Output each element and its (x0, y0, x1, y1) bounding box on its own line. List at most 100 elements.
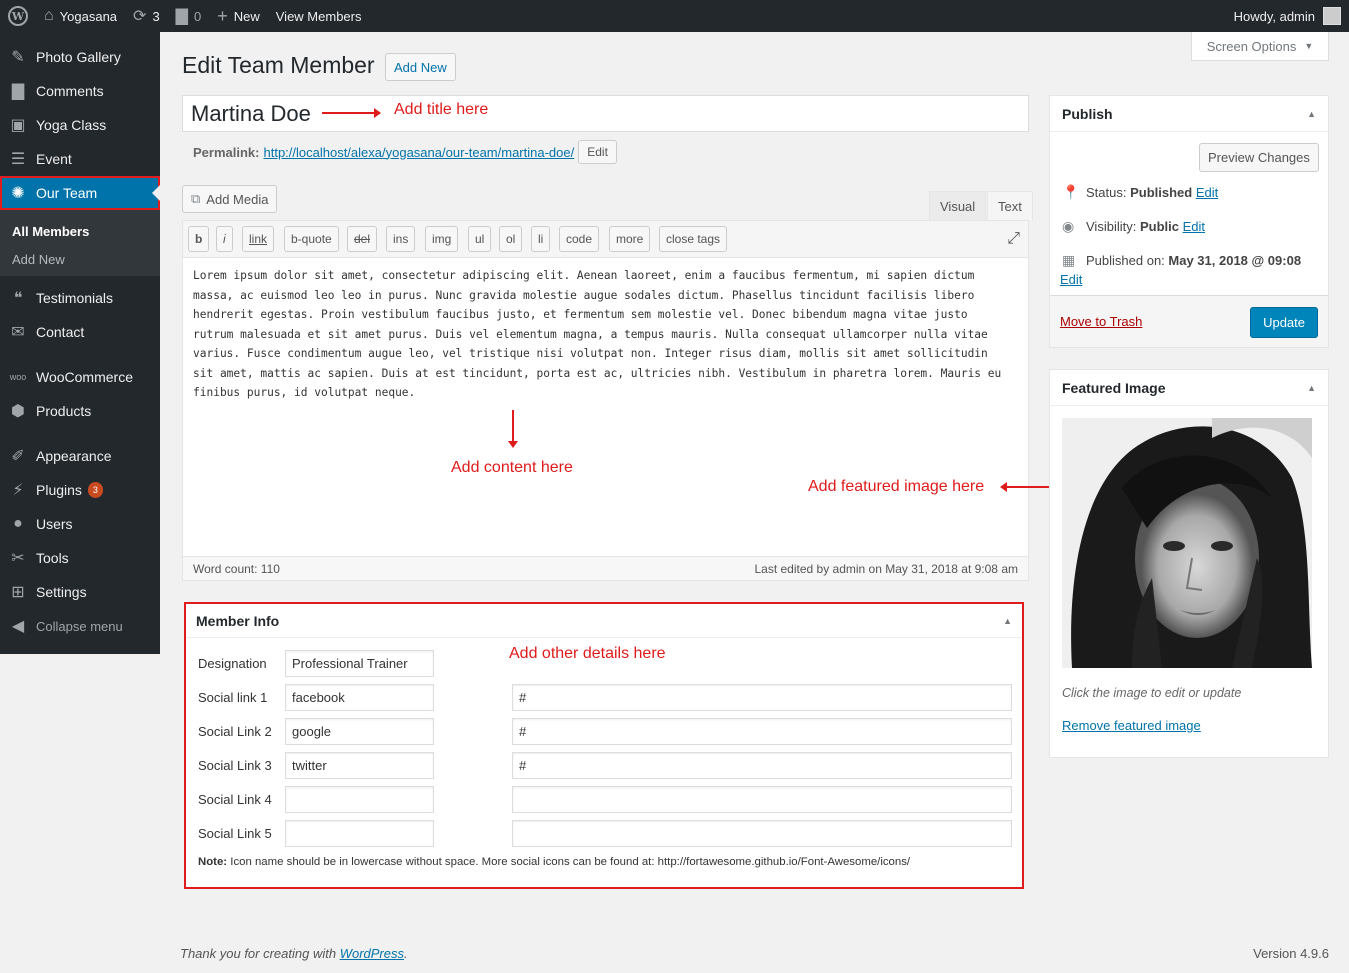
sidebar-item-contact[interactable]: ✉ Contact (0, 315, 160, 349)
permalink-link[interactable]: http://localhost/alexa/yogasana/our-team… (263, 145, 574, 160)
published-value: May 31, 2018 @ 09:08 (1168, 253, 1302, 268)
social-url-field[interactable]: # (512, 752, 1012, 779)
qt-ins-button[interactable]: ins (386, 226, 416, 252)
sidebar-item-plugins[interactable]: ⚡ Plugins 3 (0, 473, 160, 507)
social-url-field[interactable] (512, 786, 1012, 813)
editor-status-bar: Word count: 110 Last edited by admin on … (183, 556, 1028, 580)
submenu-all-members[interactable]: All Members (0, 217, 160, 245)
qt-bold-button[interactable]: b (188, 226, 210, 252)
social-url-field[interactable]: # (512, 684, 1012, 711)
member-info-note: Note: Icon name should be in lowercase w… (198, 856, 910, 868)
sidebar-item-photo-gallery[interactable]: ✎ Photo Gallery (0, 40, 160, 74)
post-title-value: Martina Doe (191, 100, 311, 126)
qt-ul-button[interactable]: ul (468, 226, 492, 252)
sidebar-item-products[interactable]: ⬢ Products (0, 394, 160, 428)
collapse-icon: ◀ (11, 618, 25, 635)
last-edited: Last edited by admin on May 31, 2018 at … (754, 561, 1018, 576)
annotation-content: Add content here (451, 459, 573, 476)
member-info-box: Member Info ▲ Add other details here Des… (184, 602, 1024, 889)
account-menu[interactable]: Howdy, admin (1234, 7, 1349, 25)
sidebar-item-appearance[interactable]: ✐ Appearance (0, 439, 160, 473)
sidebar-item-woocommerce[interactable]: woo WooCommerce (0, 360, 160, 394)
qt-more-button[interactable]: more (609, 226, 651, 252)
social-url-field[interactable] (512, 820, 1012, 847)
qt-code-button[interactable]: code (559, 226, 600, 252)
sidebar-item-comments[interactable]: ▇ Comments (0, 74, 160, 108)
add-media-button[interactable]: ⧉ Add Media (182, 185, 278, 213)
screen-options-button[interactable]: Screen Options ▼ (1191, 32, 1329, 61)
sidebar-item-testimonials[interactable]: ❝ Testimonials (0, 281, 160, 315)
featured-image-header[interactable]: Featured Image ▲ (1050, 370, 1328, 406)
toggle-arrow-icon[interactable]: ▲ (1003, 616, 1012, 626)
qt-close-tags-button[interactable]: close tags (659, 226, 728, 252)
updates-link[interactable]: ⟳ 3 (125, 0, 168, 32)
toggle-arrow-icon[interactable]: ▲ (1307, 109, 1316, 119)
qt-li-button[interactable]: li (531, 226, 551, 252)
qt-del-button[interactable]: del (347, 226, 378, 252)
brush-icon: ✐ (11, 448, 25, 465)
update-button[interactable]: Update (1250, 307, 1318, 338)
sidebar-item-users[interactable]: ● Users (0, 507, 160, 541)
designation-field[interactable]: Professional Trainer (285, 650, 434, 677)
site-name: Yogasana (59, 8, 118, 24)
plug-icon: ⚡ (12, 482, 24, 499)
designation-row: Designation Professional Trainer (198, 650, 1018, 677)
new-label: New (233, 8, 260, 24)
site-name-link[interactable]: ⌂ Yogasana (36, 0, 125, 32)
collapse-menu-button[interactable]: ◀ Collapse menu (0, 609, 160, 643)
new-content-link[interactable]: + New (209, 0, 268, 32)
wordpress-link[interactable]: WordPress (340, 946, 404, 961)
visibility-edit-link[interactable]: Edit (1183, 219, 1205, 234)
refresh-icon: ⟳ (133, 8, 147, 25)
sidebar-item-settings[interactable]: ⊞ Settings (0, 575, 160, 609)
permalink-edit-button[interactable]: Edit (578, 140, 617, 164)
tab-text[interactable]: Text (987, 191, 1033, 220)
sidebar-item-our-team[interactable]: ✺ Our Team (0, 176, 160, 210)
remove-featured-image-link[interactable]: Remove featured image (1062, 718, 1201, 733)
qt-bquote-button[interactable]: b-quote (284, 226, 339, 252)
qt-italic-button[interactable]: i (216, 226, 233, 252)
published-on-line: ▦ Published on: May 31, 2018 @ 09:08 (1062, 252, 1301, 269)
social-name-field[interactable] (285, 786, 434, 813)
sidebar-item-label: Testimonials (36, 290, 114, 306)
add-new-button[interactable]: Add New (385, 53, 456, 81)
qt-link-button[interactable]: link (242, 226, 275, 252)
sidebar-item-label: Comments (36, 83, 104, 99)
tab-visual[interactable]: Visual (929, 191, 987, 220)
social-name-field[interactable]: google (285, 718, 434, 745)
post-title-input[interactable]: Martina Doe (182, 95, 1029, 132)
visibility-line: ◉ Visibility: Public Edit (1062, 218, 1205, 235)
fullscreen-icon[interactable]: ⤢ (1007, 230, 1020, 248)
social-name-field[interactable]: twitter (285, 752, 434, 779)
social-name-field[interactable] (285, 820, 434, 847)
publish-header[interactable]: Publish ▲ (1050, 96, 1328, 132)
view-members-link[interactable]: View Members (268, 0, 370, 32)
status-label: Status: (1086, 185, 1127, 200)
featured-image-thumbnail[interactable] (1062, 418, 1312, 668)
user-icon: ● (13, 515, 23, 532)
sidebar-item-event[interactable]: ☰ Event (0, 142, 160, 176)
qt-img-button[interactable]: img (425, 226, 459, 252)
toggle-arrow-icon[interactable]: ▲ (1307, 383, 1316, 393)
preview-changes-button[interactable]: Preview Changes (1199, 143, 1319, 172)
home-icon: ⌂ (44, 7, 54, 24)
move-to-trash-link[interactable]: Move to Trash (1060, 314, 1142, 329)
comments-link[interactable]: ▇ 0 (168, 0, 210, 32)
sidebar-item-tools[interactable]: ✂ Tools (0, 541, 160, 575)
box-icon: ⬢ (11, 403, 25, 420)
sidebar-item-yoga-class[interactable]: ▣ Yoga Class (0, 108, 160, 142)
wordpress-logo-button[interactable]: W (0, 0, 36, 32)
submenu-add-new[interactable]: Add New (0, 245, 160, 273)
footer-thanks-text: Thank you for creating with (180, 946, 340, 961)
status-edit-link[interactable]: Edit (1196, 185, 1218, 200)
member-info-header[interactable]: Member Info (186, 604, 1022, 638)
qt-ol-button[interactable]: ol (499, 226, 523, 252)
content-textarea[interactable]: Lorem ipsum dolor sit amet, consectetur … (193, 266, 1013, 403)
social-link-row: Social Link 3 twitter # (198, 752, 1018, 779)
published-edit-link[interactable]: Edit (1060, 272, 1082, 287)
social-url-field[interactable]: # (512, 718, 1012, 745)
social-name-field[interactable]: facebook (285, 684, 434, 711)
publish-title: Publish (1062, 105, 1113, 122)
wrench-icon: ✂ (11, 550, 25, 567)
social-link-label: Social Link 4 (198, 792, 272, 807)
